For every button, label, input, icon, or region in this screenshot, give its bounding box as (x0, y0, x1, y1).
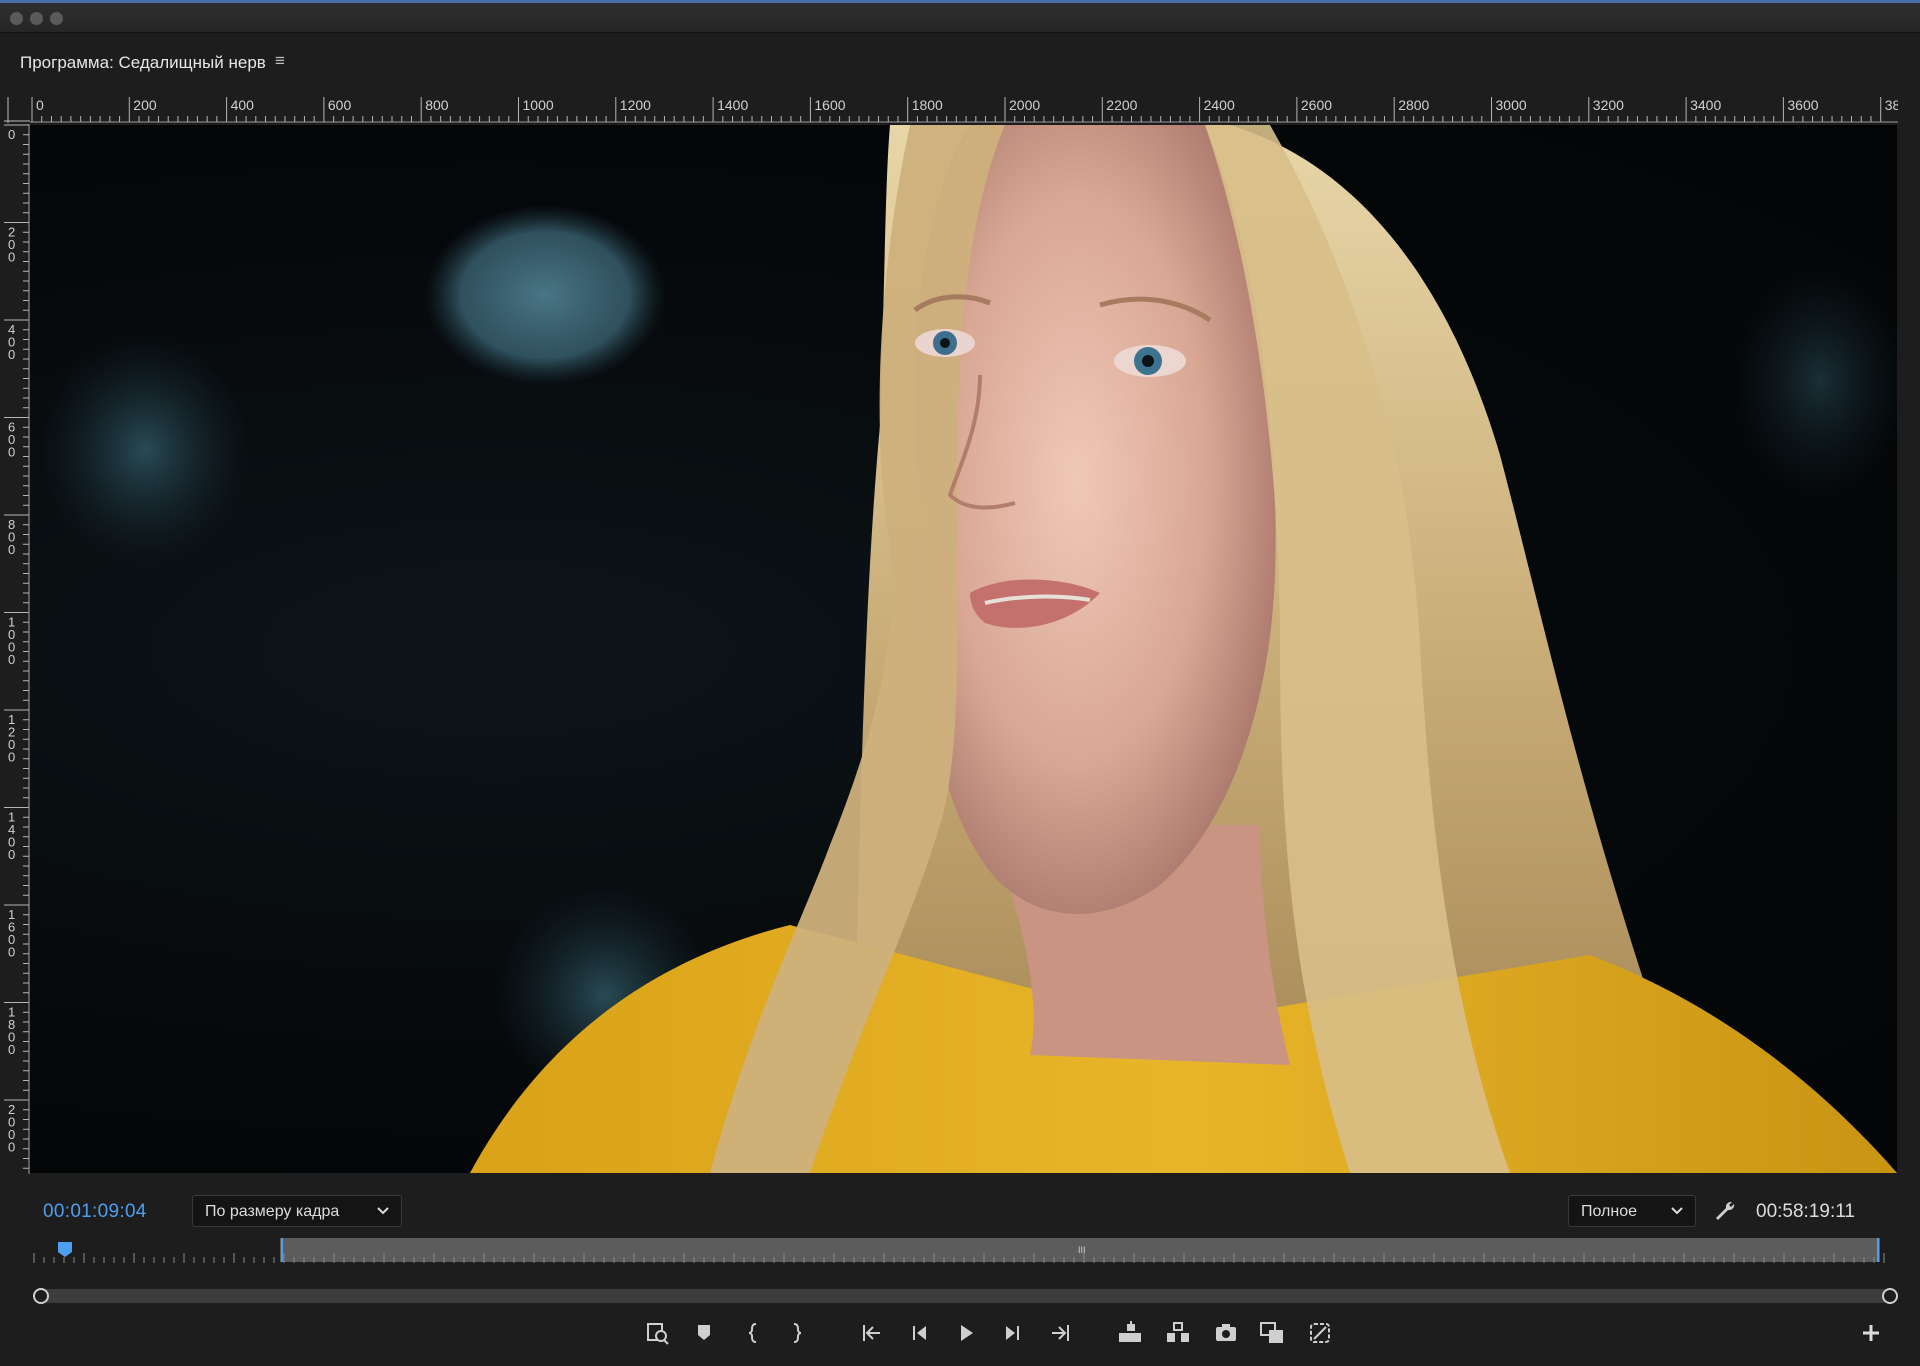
ruler-tick-label: 200 (133, 97, 157, 113)
ruler-tick-label: 1200 (8, 712, 15, 765)
export-frame-camera-icon[interactable] (1212, 1319, 1240, 1347)
zoom-window-icon[interactable] (50, 12, 63, 25)
ruler-tick-label: 1000 (8, 615, 15, 668)
resolution-value: Полное (1581, 1203, 1638, 1220)
panel-title[interactable]: Программа: Седалищный нерв (20, 53, 266, 73)
chevron-down-icon (375, 1202, 391, 1223)
play-icon[interactable] (952, 1319, 980, 1347)
mark-out-icon[interactable] (784, 1319, 812, 1347)
zoom-scroll-bar[interactable] (30, 1284, 1900, 1308)
mark-in-icon[interactable] (740, 1319, 768, 1347)
ruler-tick-label: 800 (8, 517, 15, 557)
ruler-tick-label: 1600 (8, 907, 15, 960)
extract-icon[interactable] (1164, 1319, 1192, 1347)
scroll-right-handle[interactable] (1882, 1288, 1898, 1304)
zoom-level-value: По размеру кадра (205, 1203, 340, 1220)
zoom-level-dropdown[interactable]: По размеру кадра (192, 1195, 402, 1227)
work-area-grip-icon[interactable]: III (1078, 1245, 1086, 1255)
monitor-controls-row: 00:01:09:04 По размеру кадра Полное 00:5… (0, 1190, 1920, 1234)
ruler-tick-label: 1600 (814, 97, 845, 113)
playback-resolution-dropdown[interactable]: Полное (1568, 1195, 1696, 1227)
ruler-tick-label: 1800 (8, 1005, 15, 1058)
ruler-tick-label: 1400 (717, 97, 748, 113)
ruler-tick-label: 3000 (1496, 97, 1527, 113)
marker-icon[interactable] (690, 1319, 718, 1347)
go-to-in-icon[interactable] (858, 1319, 886, 1347)
horizontal-ruler: 0 200 400 600 800 1000 1200 1400 1600 1800 2000 220… (30, 97, 1898, 123)
vertical-ruler: 0 2 0 0 4 0 0 6 0 0 8 0 0 1 0 0 0 1 2 0 0 1 4 0 0 1 6 0 0 1 8 0 0 2 0 0 0 (4, 124, 30, 1174)
ruler-tick-label: 38 (1885, 97, 1898, 113)
ruler-tick-label: 3200 (1593, 97, 1624, 113)
video-frame-image (40, 125, 1897, 1173)
ruler-tick-label: 2600 (1301, 97, 1332, 113)
duration-timecode: 00:58:19:11 (1756, 1201, 1855, 1222)
ruler-tick-label: 2000 (8, 1102, 15, 1155)
transport-controls (0, 1313, 1920, 1353)
playhead-icon[interactable] (58, 1242, 72, 1257)
lift-icon[interactable] (1116, 1319, 1144, 1347)
chevron-down-icon (1669, 1202, 1685, 1223)
mini-timeline[interactable]: III (30, 1236, 1900, 1268)
window-titlebar (0, 0, 1920, 33)
ruler-corner (4, 97, 30, 123)
ruler-tick-label: 2800 (1398, 97, 1429, 113)
step-back-icon[interactable] (906, 1319, 934, 1347)
ruler-tick-label: 2400 (1204, 97, 1235, 113)
minimize-window-icon[interactable] (30, 12, 43, 25)
ruler-tick-label: 400 (8, 322, 15, 362)
ruler-tick-label: 1000 (523, 97, 554, 113)
hamburger-menu-icon[interactable]: ≡ (275, 51, 285, 71)
add-marker-search-icon[interactable] (644, 1319, 672, 1347)
ruler-tick-label: 2000 (1009, 97, 1040, 113)
ruler-tick-label: 400 (231, 97, 255, 113)
ruler-tick-label: 2200 (1106, 97, 1137, 113)
ruler-tick-label: 1400 (8, 810, 15, 863)
ruler-tick-label: 600 (8, 420, 15, 460)
program-monitor-window: Программа: Седалищный нерв ≡ 0 200 400 600 8… (0, 0, 1920, 1366)
go-to-out-icon[interactable] (1046, 1319, 1074, 1347)
step-forward-icon[interactable] (998, 1319, 1026, 1347)
ruler-tick-label: 3600 (1787, 97, 1818, 113)
ruler-tick-label: 0 (8, 127, 15, 142)
vr-video-icon[interactable] (1306, 1319, 1334, 1347)
close-window-icon[interactable] (10, 12, 23, 25)
ruler-tick-label: 3400 (1690, 97, 1721, 113)
current-timecode[interactable]: 00:01:09:04 (43, 1201, 147, 1223)
ruler-tick-label: 200 (8, 225, 15, 265)
ruler-tick-label: 800 (425, 97, 449, 113)
ruler-tick-label: 1800 (912, 97, 943, 113)
wrench-icon[interactable] (1713, 1199, 1737, 1228)
comparison-view-icon[interactable] (1258, 1319, 1286, 1347)
ruler-tick-label: 600 (328, 97, 352, 113)
add-button-icon[interactable] (1857, 1319, 1885, 1347)
scroll-left-handle[interactable] (33, 1288, 49, 1304)
ruler-tick-label: 0 (36, 97, 44, 113)
video-frame[interactable] (30, 125, 1897, 1173)
panel-header: Программа: Седалищный нерв ≡ (0, 33, 1920, 93)
ruler-tick-label: 1200 (620, 97, 651, 113)
